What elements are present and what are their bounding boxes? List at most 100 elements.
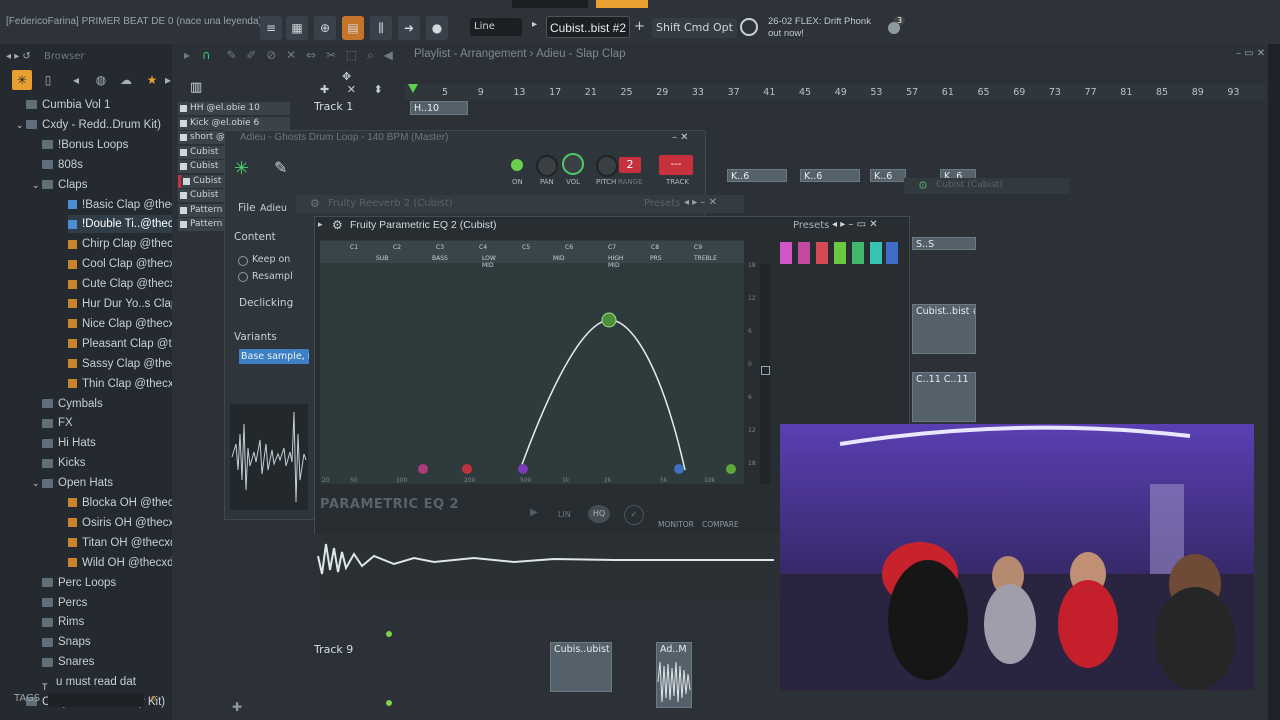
zoom-icon[interactable]: ⌕	[367, 48, 374, 62]
sampler-waveform-icon[interactable]: ✳	[234, 158, 249, 179]
channel-button[interactable]: HH @el.obie 10	[178, 102, 290, 115]
play-icon[interactable]: ➜	[398, 16, 420, 40]
pitch-knob[interactable]	[596, 155, 618, 177]
clip-s[interactable]: S..S	[912, 237, 976, 250]
browser-item[interactable]: Tu must read dat	[42, 673, 136, 691]
band-1-icon[interactable]	[780, 242, 792, 264]
clip-k6-a[interactable]: K..6	[727, 169, 787, 182]
delete-icon[interactable]: ⊘	[266, 48, 276, 62]
browser-item[interactable]: Cymbals	[42, 395, 103, 413]
browser-item[interactable]: Cumbia Vol 1	[26, 96, 110, 114]
lin-button[interactable]: LIN	[558, 510, 571, 519]
browser-item[interactable]: !Bonus Loops	[42, 136, 128, 154]
news-panel[interactable]: 26-02 FLEX: Drift Phonk out now!	[768, 16, 871, 40]
eq-slider-handle[interactable]	[761, 366, 770, 375]
chevron-down-icon[interactable]: ⌄	[32, 478, 42, 488]
eq-window-controls[interactable]: ◂ ▸ – ▭ ✕	[832, 219, 878, 230]
browser-item[interactable]: Osiris OH @thecxdy	[68, 514, 186, 532]
check-icon[interactable]: ✓	[624, 505, 644, 525]
add-track-icon[interactable]: ✚	[320, 83, 329, 96]
eq-band-selector[interactable]	[778, 242, 902, 264]
browser-item[interactable]: Thin Clap @thecxdy	[68, 375, 186, 393]
globe-icon[interactable]: ◍	[91, 70, 111, 90]
menu-arrow-icon[interactable]: ▸	[184, 48, 190, 62]
browser-item[interactable]: ⌄ Claps	[32, 176, 87, 194]
pattern-selector[interactable]: Cubist..bist #2	[546, 16, 630, 38]
search-icon[interactable]: ⌕	[150, 691, 157, 706]
chevron-down-icon[interactable]: ⌄	[32, 180, 42, 190]
browser-item[interactable]: FX	[42, 414, 73, 432]
expand-icon[interactable]: ⬍	[373, 83, 382, 96]
track-9-led[interactable]	[386, 631, 392, 637]
mixer-track-number[interactable]: 2	[619, 157, 641, 173]
snap-mode-dropdown[interactable]: Line	[470, 18, 522, 36]
pan-knob[interactable]	[536, 155, 558, 177]
file-menu[interactable]: File	[238, 202, 256, 214]
browser-item[interactable]: Wild OH @thecxdy	[68, 554, 179, 572]
playhead-marker[interactable]	[408, 84, 418, 93]
opt-key-button[interactable]: Opt	[709, 18, 737, 38]
reeverb-presets[interactable]: Presets	[644, 198, 680, 209]
mixer-button[interactable]: ⫼	[370, 16, 392, 40]
slice-icon[interactable]: ✂	[326, 48, 336, 62]
browser-item[interactable]: Snares	[42, 653, 94, 671]
select-icon[interactable]: ⬚	[346, 48, 357, 62]
prev-pattern-icon[interactable]: ▸	[532, 19, 537, 30]
band-2-icon[interactable]	[798, 242, 810, 264]
waveform-icon[interactable]: ✳	[12, 70, 32, 90]
reeverb-controls[interactable]: ◂ ▸ – ✕	[684, 197, 717, 208]
cloud-icon[interactable]: ☁	[116, 70, 136, 90]
band-4-icon[interactable]	[834, 242, 846, 264]
magnet-icon[interactable]: ∩	[202, 48, 211, 62]
clip-k6-b[interactable]: K..6	[800, 169, 860, 182]
volume-knob[interactable]	[562, 153, 584, 175]
clip-h10[interactable]: H..10	[410, 101, 468, 115]
tags-label[interactable]: TAGS	[14, 693, 40, 704]
mic-icon[interactable]: ●	[426, 16, 448, 40]
eq-presets[interactable]: Presets	[793, 220, 829, 231]
track-9-label[interactable]: Track 9	[314, 643, 353, 656]
piano-icon[interactable]: ▥	[190, 80, 202, 95]
browser-button[interactable]: ▤	[342, 16, 364, 40]
browser-item[interactable]: Cool Clap @thecxdy	[68, 255, 187, 273]
keep-on-radio[interactable]	[238, 256, 248, 266]
move-icon[interactable]: ✥	[342, 70, 351, 83]
base-sample-item[interactable]: Base sample, r	[239, 349, 309, 364]
slip-icon[interactable]: ⇔	[306, 48, 316, 62]
close-track-icon[interactable]: ✕	[347, 83, 356, 96]
reeverb-window[interactable]: ⚙ Fruity Reeverb 2 (Cubist) Presets ◂ ▸ …	[296, 195, 744, 213]
brush-icon[interactable]: ✐	[246, 48, 256, 62]
speaker-icon[interactable]: ◀	[384, 48, 393, 62]
resample-radio[interactable]	[238, 272, 248, 282]
band-6-icon[interactable]	[870, 242, 882, 264]
track-1-label[interactable]: Track 1	[314, 100, 353, 113]
record-indicator[interactable]	[596, 0, 648, 8]
compare-button[interactable]: COMPARE	[702, 520, 739, 529]
eq-play-icon[interactable]: ▶	[530, 507, 538, 518]
ghost-plugin-window[interactable]: ⚙ Cubist (Cubist)	[904, 178, 1070, 194]
channel-window-controls[interactable]: – ✕	[672, 132, 689, 143]
file-icon[interactable]: ▯	[38, 70, 58, 90]
add-pattern-button[interactable]: +	[634, 19, 645, 34]
wrench-icon[interactable]: ✎	[274, 158, 287, 177]
eq-menu-arrow-icon[interactable]: ▸	[318, 220, 323, 230]
back-icon[interactable]: ◂	[66, 70, 86, 90]
sample-name-field[interactable]: Adieu	[260, 203, 287, 214]
band-7-icon[interactable]	[886, 242, 898, 264]
news-icon[interactable]	[740, 18, 758, 36]
eq-gear-icon[interactable]: ⚙	[332, 218, 343, 232]
browser-item[interactable]: Cute Clap @thecxdy	[68, 275, 188, 293]
browser-item[interactable]: ⌄ Cxdy - Redd..Drum Kit)	[16, 116, 161, 134]
track-10-led[interactable]	[386, 700, 392, 706]
browser-item[interactable]: Snaps	[42, 633, 91, 651]
browser-item[interactable]: Titan OH @thecxdy	[68, 534, 182, 552]
hq-button[interactable]: HQ	[588, 505, 610, 523]
monitor-button[interactable]: MONITOR	[658, 520, 694, 529]
channel-rack-button[interactable]: ▦	[286, 16, 308, 40]
browser-item[interactable]: ⌄ Open Hats	[32, 474, 113, 492]
playlist-button[interactable]: ≡	[260, 16, 282, 40]
window-controls[interactable]: – ▭ ✕	[1236, 48, 1265, 59]
gift-icon[interactable]	[888, 22, 900, 34]
mute-icon[interactable]: ✕	[286, 48, 296, 62]
plugin-picker-button[interactable]: ⊕	[314, 16, 336, 40]
